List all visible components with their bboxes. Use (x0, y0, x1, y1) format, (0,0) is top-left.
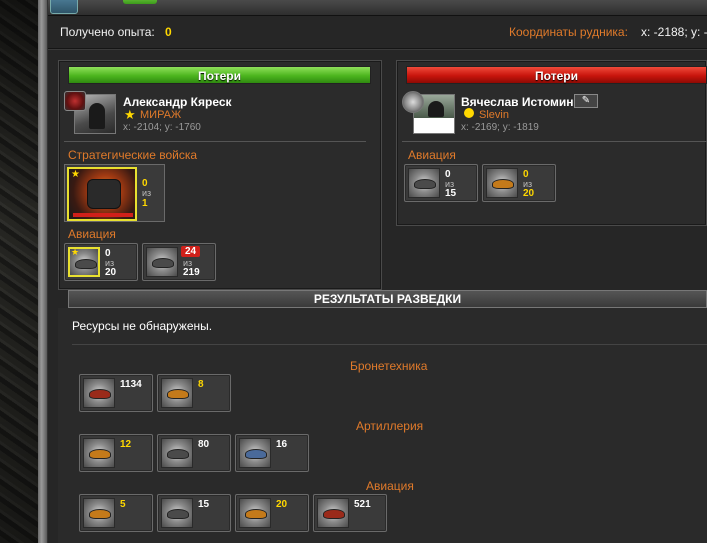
aircraft-icon (239, 498, 271, 528)
artillery-icon (161, 438, 193, 468)
unit-count: 20 (276, 499, 288, 510)
attacker-clan[interactable]: МИРАЖ (140, 109, 181, 121)
intel-aviation-unit-2[interactable]: 15 (157, 494, 231, 532)
attacker-rank-icon (64, 91, 86, 111)
intel-artillery-unit-3[interactable]: 16 (235, 434, 309, 472)
unit-total: 20 (523, 188, 535, 199)
tank-icon (83, 378, 115, 408)
intel-armor-unit-1[interactable]: 1134 (79, 374, 153, 412)
aircraft-icon (408, 168, 440, 198)
artillery-icon (239, 438, 271, 468)
intel-aviation-unit-3[interactable]: 20 (235, 494, 309, 532)
intel-artillery-title: Артиллерия (356, 419, 424, 433)
unit-count: 16 (276, 439, 288, 450)
unit-count: 521 (354, 499, 371, 510)
no-resources-text: Ресурсы не обнаружены. (72, 319, 213, 333)
intel-divider (72, 344, 707, 345)
defender-coords: x: -2169; y: -1819 (461, 122, 539, 133)
intel-title: РЕЗУЛЬТАТЫ РАЗВЕДКИ (68, 290, 707, 308)
experience-label: Получено опыта: (60, 25, 155, 39)
unit-count: 1134 (120, 379, 142, 390)
attacker-clan-star-icon: ★ (124, 107, 136, 122)
intel-armor-unit-2[interactable]: 8 (157, 374, 231, 412)
unit-total: 1 (142, 198, 148, 209)
intel-artillery-unit-2[interactable]: 80 (157, 434, 231, 472)
aircraft-icon (161, 498, 193, 528)
aircraft-icon: ★ (68, 247, 100, 277)
attacker-aviation-unit-1[interactable]: ★ 0 из 20 (64, 243, 138, 281)
intel-aviation-unit-1[interactable]: 5 (79, 494, 153, 532)
attacker-losses-bar: Потери (68, 66, 371, 84)
defender-name[interactable]: Вячеслав Истомин (461, 95, 574, 109)
city-map-background (0, 0, 40, 543)
defender-rank-icon (402, 91, 424, 113)
top-green-button[interactable] (123, 0, 157, 4)
defender-aviation-unit-2[interactable]: 0 из 20 (482, 164, 556, 202)
defender-losses-bar: Потери (406, 66, 707, 84)
unit-count: 80 (198, 439, 210, 450)
attacker-divider (64, 141, 366, 142)
aircraft-icon (486, 168, 518, 198)
aircraft-icon (146, 247, 178, 277)
attacker-aviation-title: Авиация (68, 227, 116, 241)
experience-value: 0 (165, 25, 172, 39)
unit-count: 15 (198, 499, 210, 510)
report-info-row: Получено опыта: 0 Координаты рудника: x:… (58, 22, 707, 42)
attacker-strategic-title: Стратегические войска (68, 148, 198, 162)
defender-clan-skull-icon (464, 108, 474, 118)
header-divider (48, 48, 707, 50)
intel-armor-title: Бронетехника (350, 359, 428, 373)
strategic-mech-icon: ★ (67, 167, 137, 221)
attacker-name[interactable]: Александр Кяреск (123, 95, 232, 109)
attacker-coords: x: -2104; y: -1760 (123, 122, 201, 133)
defender-aviation-title: Авиация (408, 148, 456, 162)
unit-count: 5 (120, 499, 126, 510)
artillery-icon (83, 438, 115, 468)
intel-artillery-unit-1[interactable]: 12 (79, 434, 153, 472)
attacker-aviation-unit-2[interactable]: 24 из 219 (142, 243, 216, 281)
defender-divider (402, 141, 707, 142)
aircraft-icon (83, 498, 115, 528)
unit-total: 15 (445, 188, 457, 199)
attacker-strategic-unit[interactable]: ★ 0 из 1 (64, 164, 165, 222)
unit-of-label: из (142, 188, 152, 198)
mine-coords-label: Координаты рудника: (509, 25, 628, 39)
intel-aviation-title: Авиация (366, 479, 414, 493)
unit-total: 219 (183, 267, 200, 278)
edit-icon[interactable]: ✎ (574, 94, 598, 108)
unit-total: 20 (105, 267, 117, 278)
defender-aviation-unit-1[interactable]: 0 из 15 (404, 164, 478, 202)
tank-icon (161, 378, 193, 408)
mine-coords-value: x: -2188; y: - (641, 25, 707, 39)
aircraft-icon (317, 498, 349, 528)
top-blue-button[interactable] (50, 0, 78, 14)
unit-count: 8 (198, 379, 204, 390)
losses-badge: 24 (181, 246, 201, 257)
intel-aviation-unit-4[interactable]: 521 (313, 494, 387, 532)
unit-count: 12 (120, 439, 132, 450)
window-frame-left (38, 0, 48, 543)
defender-clan[interactable]: Slevin (479, 109, 509, 121)
